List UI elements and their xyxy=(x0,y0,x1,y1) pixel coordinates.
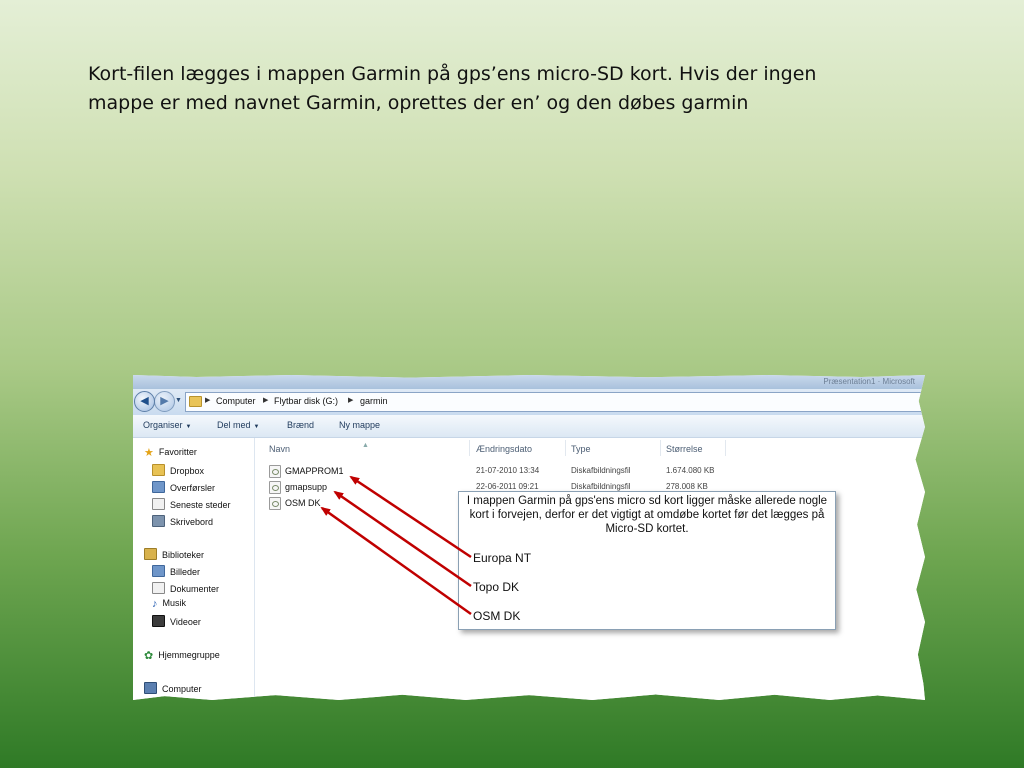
arrow-topo-dk xyxy=(333,490,472,588)
arrow-osm-dk xyxy=(320,506,472,616)
callout-arrows xyxy=(320,475,472,616)
